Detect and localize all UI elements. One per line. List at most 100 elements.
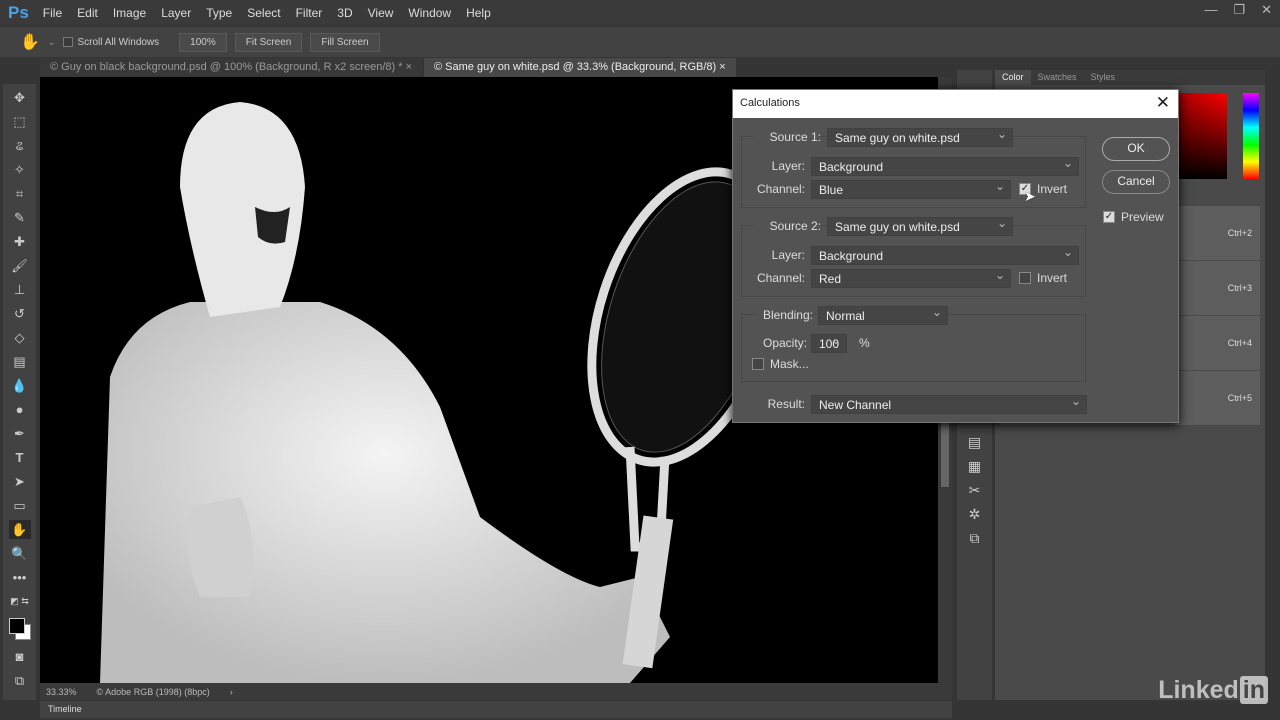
invert1-label: Invert: [1037, 182, 1068, 196]
close-icon[interactable]: ✕: [1156, 93, 1170, 113]
options-bar: ✋ ⌄ Scroll All Windows 100% Fit Screen F…: [0, 27, 1280, 57]
hand-tool-icon[interactable]: ✋: [20, 32, 40, 52]
photoshop-logo: Ps: [8, 2, 29, 22]
dodge-tool-icon[interactable]: ●: [9, 400, 31, 419]
channel2-select[interactable]: Red: [811, 268, 1011, 288]
fit-screen-button[interactable]: Fit Screen: [234, 32, 303, 52]
cancel-button[interactable]: Cancel: [1102, 170, 1170, 194]
brush-settings-icon[interactable]: ✲: [957, 502, 992, 526]
hue-slider[interactable]: [1243, 93, 1259, 179]
marquee-tool-icon[interactable]: ⬚: [9, 112, 31, 131]
quick-mask-icon[interactable]: ◙: [9, 647, 31, 666]
close-window-icon[interactable]: ✕: [1261, 2, 1272, 18]
zoom-level[interactable]: 33.33%: [46, 687, 77, 697]
blur-tool-icon[interactable]: 💧: [9, 376, 31, 395]
color-field[interactable]: [1175, 93, 1227, 179]
menu-window[interactable]: Window: [408, 6, 451, 20]
minimize-icon[interactable]: —: [1204, 2, 1217, 18]
percent-label: %: [859, 336, 870, 350]
tab-color[interactable]: Color: [995, 70, 1031, 85]
zoom-100-button[interactable]: 100%: [179, 32, 227, 52]
tab-styles[interactable]: Styles: [1084, 70, 1123, 85]
color-panel-tabs: Color Swatches Styles: [995, 70, 1265, 85]
gradient-tool-icon[interactable]: ▤: [9, 352, 31, 371]
invert2-label: Invert: [1037, 271, 1068, 285]
screen-mode-icon[interactable]: ⧉: [9, 671, 31, 690]
notes-icon[interactable]: ▦: [957, 454, 992, 478]
fill-screen-button[interactable]: Fill Screen: [310, 32, 380, 52]
menu-edit[interactable]: Edit: [77, 6, 98, 20]
blending-select[interactable]: Normal: [818, 305, 948, 325]
scroll-all-windows-checkbox[interactable]: Scroll All Windows: [63, 37, 159, 48]
menu-view[interactable]: View: [368, 6, 394, 20]
channel2-label: Channel:: [756, 271, 805, 285]
checkbox-box: [63, 36, 74, 47]
menu-select[interactable]: Select: [247, 6, 280, 20]
tools-panel: ✥ ⬚ ଌ ✧ ⌗ ✎ ✚ 🖌 ⊥ ↺ ◇ ▤ 💧 ● ✒ T ➤ ▭ ✋ 🔍 …: [3, 84, 36, 700]
crop-tool-icon[interactable]: ⌗: [9, 184, 31, 203]
clone-stamp-icon[interactable]: ⊥: [9, 280, 31, 299]
path-selection-icon[interactable]: ➤: [9, 472, 31, 491]
close-icon[interactable]: ×: [406, 61, 412, 73]
close-icon[interactable]: ×: [719, 61, 725, 73]
menu-3d[interactable]: 3D: [337, 6, 352, 20]
dialog-titlebar: Calculations ✕: [733, 90, 1178, 118]
chevron-down-icon[interactable]: ⌄: [48, 37, 56, 48]
lasso-tool-icon[interactable]: ଌ: [9, 136, 31, 155]
ok-button[interactable]: OK: [1102, 137, 1170, 161]
tab-swatches[interactable]: Swatches: [1031, 70, 1084, 85]
invert2-checkbox[interactable]: [1019, 272, 1031, 284]
mask-checkbox[interactable]: [752, 358, 764, 370]
rectangle-tool-icon[interactable]: ▭: [9, 496, 31, 515]
tab-guy-on-black[interactable]: © Guy on black background.psd @ 100% (Ba…: [40, 58, 423, 77]
timeline-panel-tab[interactable]: Timeline: [40, 701, 952, 718]
status-bar: 33.33% © Adobe RGB (1998) (8bpc) ›: [40, 683, 952, 700]
tool-presets-icon[interactable]: ✂: [957, 478, 992, 502]
zoom-tool-icon[interactable]: 🔍: [9, 544, 31, 563]
shortcut-label: Ctrl+5: [1227, 393, 1252, 403]
hand-tool-icon[interactable]: ✋: [8, 520, 31, 539]
linkedin-watermark-logo: Linked in: [1158, 676, 1268, 705]
mask-label: Mask...: [770, 357, 809, 371]
foreground-background-color[interactable]: [7, 616, 33, 642]
source1-select[interactable]: Same guy on white.psd: [827, 127, 1013, 147]
result-select[interactable]: New Channel: [811, 394, 1087, 414]
eyedropper-icon[interactable]: ✎: [9, 208, 31, 227]
channel1-label: Channel:: [756, 182, 805, 196]
pen-tool-icon[interactable]: ✒: [9, 424, 31, 443]
type-tool-icon[interactable]: T: [9, 448, 31, 467]
clone-source-icon[interactable]: ⧉: [957, 526, 992, 550]
source2-select[interactable]: Same guy on white.psd: [827, 216, 1013, 236]
channel1-select[interactable]: Blue: [811, 179, 1011, 199]
menu-layer[interactable]: Layer: [161, 6, 191, 20]
restore-icon[interactable]: ❐: [1233, 2, 1245, 18]
shortcut-label: Ctrl+2: [1227, 228, 1252, 238]
scroll-all-label: Scroll All Windows: [77, 36, 160, 48]
tab-same-guy-on-white[interactable]: © Same guy on white.psd @ 33.3% (Backgro…: [424, 58, 736, 77]
source1-label: Source 1:: [753, 130, 821, 144]
opacity-input[interactable]: 100: [811, 333, 847, 353]
layer1-select[interactable]: Background: [811, 156, 1079, 176]
menu-help[interactable]: Help: [466, 6, 491, 20]
preview-checkbox[interactable]: ✓: [1103, 211, 1115, 223]
magic-wand-icon[interactable]: ✧: [9, 160, 31, 179]
dialog-title: Calculations: [740, 97, 800, 109]
document-tabs: © Guy on black background.psd @ 100% (Ba…: [40, 58, 940, 77]
eraser-icon[interactable]: ◇: [9, 328, 31, 347]
layer2-label: Layer:: [771, 248, 805, 262]
menu-image[interactable]: Image: [113, 6, 146, 20]
status-menu-icon[interactable]: ›: [230, 687, 233, 697]
healing-brush-icon[interactable]: ✚: [9, 232, 31, 251]
move-tool-icon[interactable]: ✥: [9, 88, 31, 107]
brush-tool-icon[interactable]: 🖌: [9, 256, 31, 275]
shortcut-label: Ctrl+3: [1227, 283, 1252, 293]
tab-label: © Same guy on white.psd @ 33.3% (Backgro…: [434, 61, 717, 73]
menu-file[interactable]: File: [43, 6, 62, 20]
layer2-select[interactable]: Background: [811, 245, 1079, 265]
menu-filter[interactable]: Filter: [296, 6, 323, 20]
menu-type[interactable]: Type: [206, 6, 232, 20]
default-colors-icon[interactable]: ◩ ⇆: [9, 592, 31, 611]
more-tools-icon[interactable]: •••: [9, 568, 31, 587]
properties-icon[interactable]: ▤: [957, 430, 992, 454]
history-brush-icon[interactable]: ↺: [9, 304, 31, 323]
